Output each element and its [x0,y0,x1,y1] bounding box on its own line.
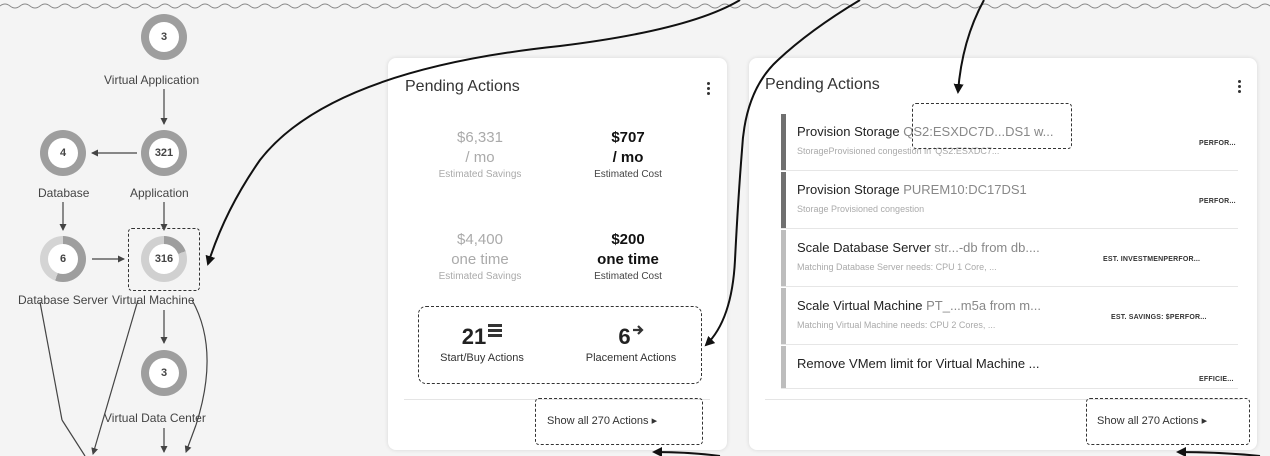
edge-dbserver-tail [61,419,86,456]
annotation-arrow-to-storage [953,0,985,94]
annotation-layer [39,0,1261,456]
annotation-arrow-to-vm [205,0,741,266]
edge-vm-right [191,299,208,426]
edge-left-down [91,429,101,455]
annotation-arrow-to-counts [704,0,861,347]
edge-right-down [184,424,197,453]
graph-edges [39,89,208,456]
annotation-arrow-to-show-all-right [1176,447,1261,456]
edge-dbserver-down [39,301,63,421]
edge-vm-left [99,299,139,431]
annotation-arrow-to-show-all-mid [652,447,721,456]
screenshot-stage: 3 Virtual Application 4 Database 321 App… [0,0,1270,456]
